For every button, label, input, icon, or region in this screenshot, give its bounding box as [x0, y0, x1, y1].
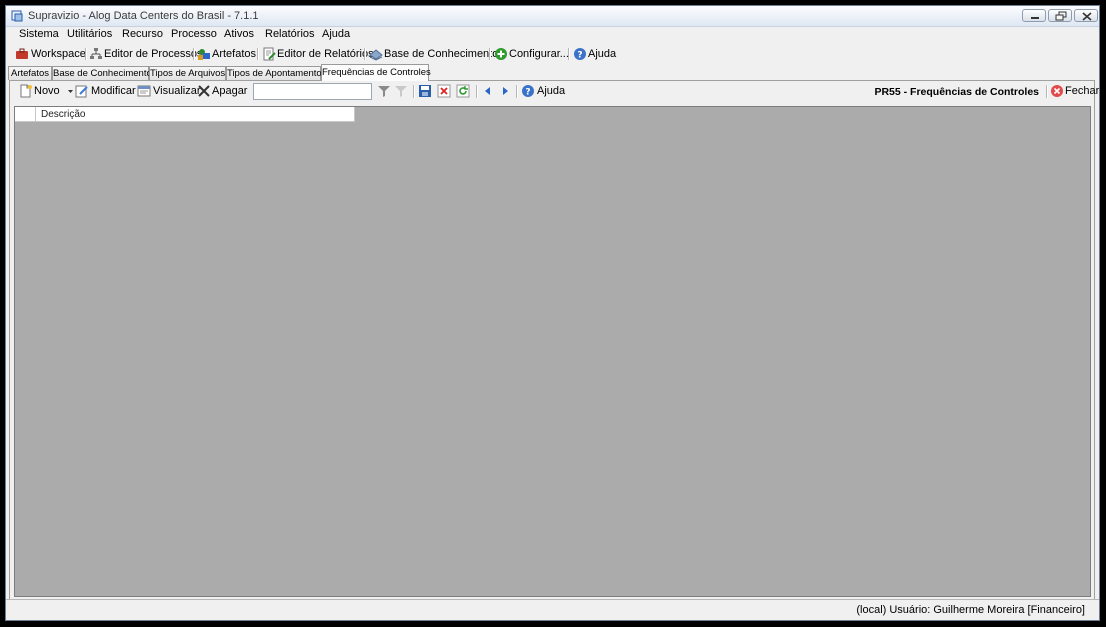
app-icon [10, 9, 24, 23]
novo-button[interactable]: Novo [19, 83, 69, 99]
minimize-icon [1031, 17, 1039, 19]
tab-frequencias-controles[interactable]: Frequências de Controles [321, 64, 431, 81]
help-icon: ? [522, 85, 534, 98]
menu-processo[interactable]: Processo [171, 28, 217, 40]
data-grid[interactable]: Descrição [14, 106, 1091, 597]
toolbar-separator [364, 48, 365, 60]
delete-x-icon [198, 85, 210, 97]
artefatos-button[interactable]: Artefatos [197, 46, 256, 62]
toolbar-separator [257, 48, 258, 60]
tab-panel: Novo Modificar Visualizar Apagar ? Ajuda… [9, 80, 1099, 600]
arrow-left-icon [485, 87, 490, 95]
view-icon [137, 85, 151, 97]
close-icon [1082, 12, 1092, 21]
modificar-button[interactable]: Modificar [75, 83, 136, 99]
title-bar[interactable]: Supravizio - Alog Data Centers do Brasil… [6, 6, 1099, 27]
main-toolbar: Workspace Editor de Processos Artefatos … [6, 44, 1099, 64]
save-button[interactable] [418, 83, 432, 99]
previous-button[interactable] [482, 83, 494, 99]
configurar-button[interactable]: Configurar... [494, 46, 569, 62]
column-header-descricao[interactable]: Descrição [41, 109, 85, 120]
filter-button[interactable] [377, 83, 391, 99]
tab-strip: Artefatos Base de Conhecimento Tipos de … [6, 64, 1099, 81]
menu-ajuda[interactable]: Ajuda [322, 28, 350, 40]
ajuda-action-button[interactable]: ? Ajuda [521, 83, 565, 99]
clear-filter-button[interactable] [394, 83, 408, 99]
workspace-button[interactable]: Workspace [15, 46, 86, 62]
toolbar-separator [85, 48, 86, 60]
filter-icon [378, 86, 390, 97]
screen-title: PR55 - Frequências de Controles [874, 86, 1039, 98]
books-icon [369, 49, 383, 61]
chevron-down-icon [68, 90, 73, 93]
editor-processos-button[interactable]: Editor de Processos [89, 46, 202, 62]
svg-text:?: ? [525, 88, 530, 98]
add-circle-icon [495, 48, 507, 60]
action-toolbar: Novo Modificar Visualizar Apagar ? Ajuda… [10, 81, 1099, 103]
artefacts-icon [198, 49, 210, 60]
refresh-icon [456, 84, 470, 98]
ajuda-toolbar-button[interactable]: ? Ajuda [573, 46, 616, 62]
toolbar-separator [413, 85, 414, 98]
tab-base-conhecimento[interactable]: Base de Conhecimento [52, 66, 152, 80]
window-title: Supravizio - Alog Data Centers do Brasil… [28, 10, 259, 22]
menu-bar: Sistema Utilitários Recurso Processo Ati… [6, 26, 1099, 44]
menu-relatorios[interactable]: Relatórios [265, 28, 315, 40]
toolbar-separator [489, 48, 490, 60]
arrow-right-icon [503, 87, 508, 95]
novo-dropdown[interactable] [67, 83, 75, 99]
fechar-button[interactable]: Fechar [1050, 83, 1099, 99]
base-conhecimento-button[interactable]: Base de Conhecimento [369, 46, 498, 62]
toolbar-separator [1046, 85, 1047, 98]
search-input[interactable] [253, 83, 372, 100]
status-bar: (local) Usuário: Guilherme Moreira [Fina… [6, 599, 1099, 620]
briefcase-icon [16, 48, 28, 59]
menu-sistema[interactable]: Sistema [19, 28, 59, 40]
tab-artefatos[interactable]: Artefatos [8, 66, 52, 80]
close-button[interactable] [1074, 9, 1098, 22]
tab-tipos-apontamento[interactable]: Tipos de Apontamento [226, 66, 322, 80]
svg-text:?: ? [577, 51, 582, 61]
cancel-button[interactable] [437, 83, 451, 99]
grid-row-selector-header[interactable] [15, 107, 36, 121]
visualizar-button[interactable]: Visualizar [137, 83, 201, 99]
save-icon [419, 85, 431, 97]
help-icon: ? [574, 48, 586, 61]
new-document-icon [20, 84, 32, 98]
menu-utilitarios[interactable]: Utilitários [67, 28, 112, 40]
toolbar-separator [516, 85, 517, 98]
app-window: Supravizio - Alog Data Centers do Brasil… [5, 5, 1100, 621]
toolbar-separator [568, 48, 569, 60]
report-edit-icon [263, 47, 276, 61]
filter-clear-icon [395, 86, 407, 97]
restore-icon [1055, 11, 1067, 21]
edit-icon [75, 85, 88, 98]
refresh-button[interactable] [456, 83, 470, 99]
toolbar-separator [193, 48, 194, 60]
cancel-icon [437, 84, 451, 98]
close-circle-icon [1051, 85, 1063, 97]
tab-tipos-arquivos[interactable]: Tipos de Arquivos [149, 66, 226, 80]
apagar-button[interactable]: Apagar [197, 83, 247, 99]
editor-relatorios-button[interactable]: Editor de Relatórios [262, 46, 374, 62]
flowchart-icon [90, 48, 102, 59]
next-button[interactable] [499, 83, 511, 99]
restore-button[interactable] [1048, 9, 1072, 22]
menu-recurso[interactable]: Recurso [122, 28, 163, 40]
minimize-button[interactable] [1022, 9, 1046, 22]
menu-ativos[interactable]: Ativos [224, 28, 254, 40]
toolbar-separator [476, 85, 477, 98]
status-user: (local) Usuário: Guilherme Moreira [Fina… [856, 604, 1085, 616]
grid-header: Descrição [15, 107, 355, 122]
